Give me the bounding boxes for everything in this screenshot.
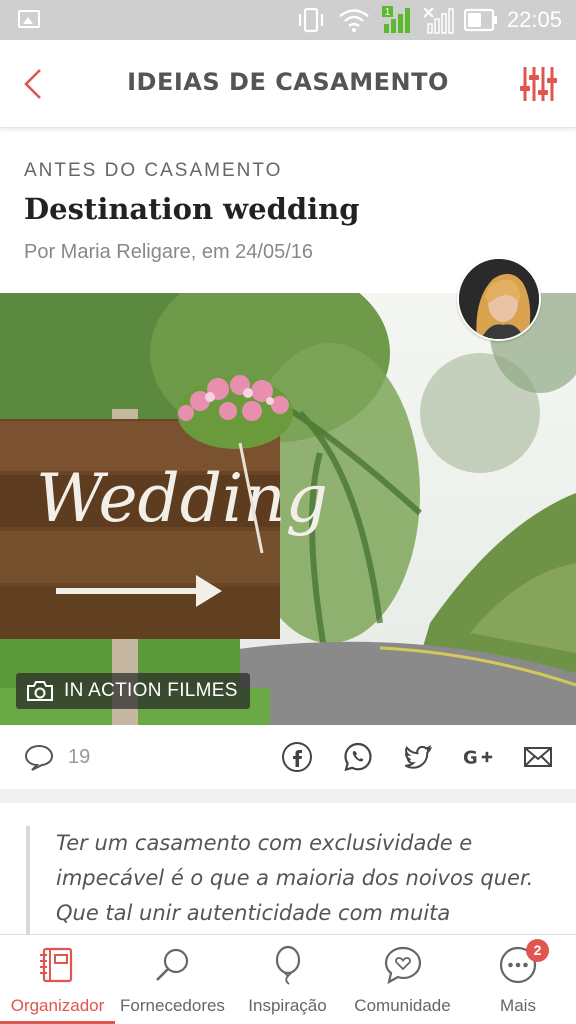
- nav-label-inspiracao: Inspiração: [248, 996, 327, 1015]
- nav-label-organizador: Organizador: [10, 996, 105, 1015]
- sim1-badge: 1: [385, 7, 391, 18]
- status-time: 22:05: [506, 7, 562, 32]
- comments-button[interactable]: 19: [24, 743, 90, 771]
- nav-comunidade[interactable]: Comunidade: [345, 935, 460, 1024]
- gallery-notification-icon: [18, 10, 40, 28]
- status-bar: 1 22:05: [0, 0, 576, 40]
- facebook-icon[interactable]: [281, 741, 313, 773]
- top-app-bar: IDEIAS DE CASAMENTO: [0, 40, 576, 128]
- camera-icon: [27, 681, 53, 701]
- nav-label-fornecedores: Fornecedores: [120, 996, 225, 1015]
- screen-title: IDEIAS DE CASAMENTO: [127, 68, 449, 96]
- comment-count: 19: [68, 745, 91, 768]
- section-divider: [0, 789, 576, 803]
- nav-label-comunidade: Comunidade: [354, 996, 451, 1015]
- planner-icon: [39, 947, 72, 983]
- wifi-icon: [339, 9, 369, 32]
- article-excerpt: Ter um casamento com exclusividade e imp…: [26, 826, 556, 934]
- signal-sim1-icon: 1: [382, 6, 410, 33]
- photo-credit-label: IN ACTION FILMES: [64, 680, 238, 701]
- nav-fornecedores[interactable]: Fornecedores: [115, 935, 230, 1024]
- status-icons: 1: [296, 6, 498, 34]
- filter-sliders-icon[interactable]: [518, 64, 558, 104]
- signal-sim2-icon: [424, 7, 454, 34]
- whatsapp-icon[interactable]: [342, 741, 374, 773]
- article-title: Destination wedding: [24, 192, 360, 226]
- balloon-icon: [275, 945, 300, 985]
- hero-image[interactable]: Wedding: [0, 293, 576, 725]
- article-byline: Por Maria Religare, em 24/05/16: [24, 241, 314, 263]
- notification-badge: 2: [526, 939, 549, 962]
- comment-icon: [24, 744, 54, 771]
- nav-label-mais: Mais: [500, 996, 536, 1015]
- nav-inspiracao[interactable]: Inspiração: [230, 935, 345, 1024]
- article-excerpt-text: Ter um casamento com exclusividade e imp…: [56, 831, 534, 925]
- photo-credit[interactable]: IN ACTION FILMES: [16, 673, 250, 709]
- google-plus-icon[interactable]: G: [462, 741, 494, 773]
- author-avatar[interactable]: [457, 257, 541, 341]
- author-photo: [459, 259, 539, 339]
- heart-chat-icon: [384, 946, 421, 985]
- sign-lettering: Wedding: [36, 460, 328, 537]
- battery-icon: [464, 8, 497, 32]
- email-icon[interactable]: [522, 741, 554, 773]
- article-actions: 19 G: [0, 725, 576, 789]
- twitter-icon[interactable]: [401, 741, 433, 773]
- bottom-navigation: Organizador Fornecedores Inspiração Comu…: [0, 934, 576, 1024]
- article-category[interactable]: ANTES DO CASAMENTO: [24, 160, 282, 182]
- search-icon: [155, 948, 188, 981]
- wedding-sign-photo: Wedding: [0, 293, 576, 725]
- nav-mais[interactable]: Mais: [460, 935, 576, 1024]
- svg-text:G: G: [463, 748, 478, 769]
- vibrate-icon: [299, 7, 323, 33]
- nav-organizador[interactable]: Organizador: [0, 935, 115, 1024]
